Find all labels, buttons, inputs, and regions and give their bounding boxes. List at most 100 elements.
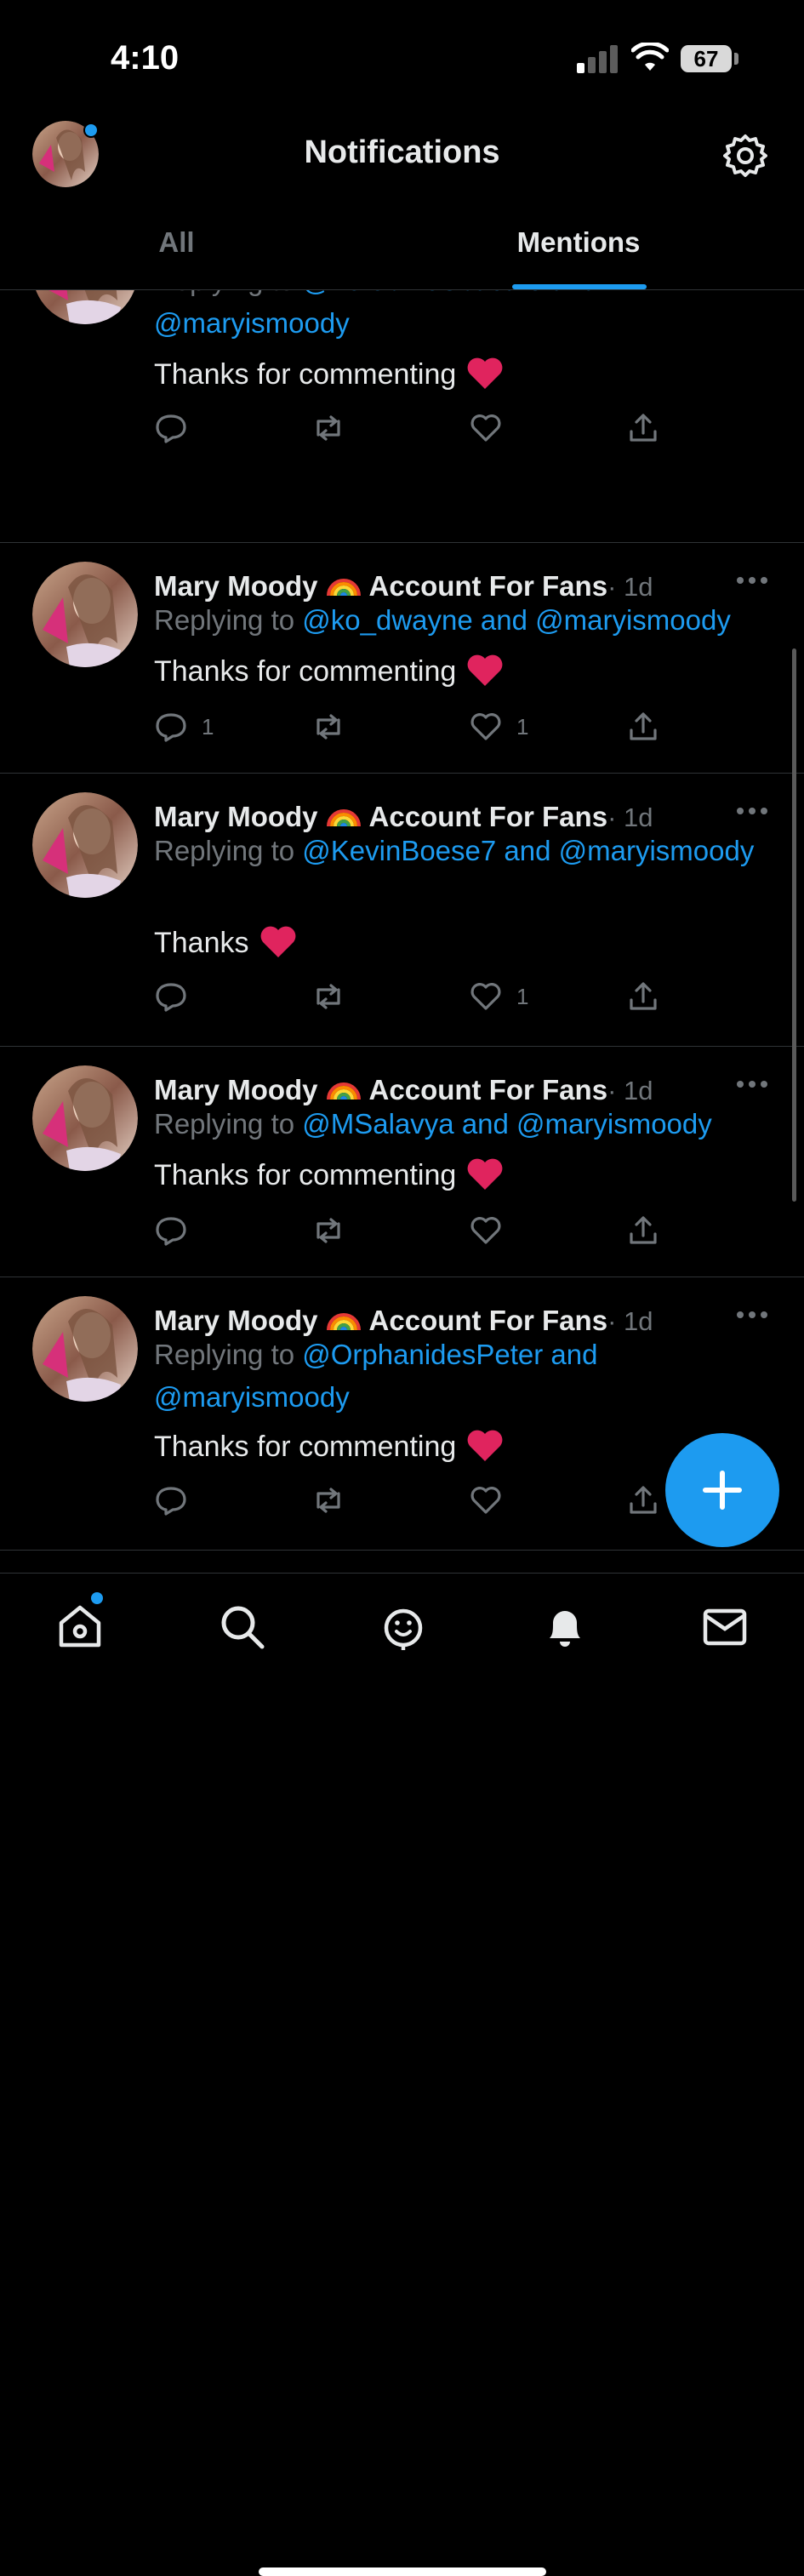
author-account-label: Account For Fans [368,1074,608,1105]
tweet-actions: 1 1 [154,710,681,744]
like-icon [470,414,501,442]
share-button[interactable] [626,1483,660,1517]
home-unread-dot [91,1592,103,1604]
tweet-item[interactable]: Mary Moody Account For Fans· 1d Replying… [0,774,804,1047]
more-options-icon[interactable] [737,1081,767,1089]
tweet-timestamp: · 1d [607,1076,653,1105]
share-icon [630,414,657,442]
reply-mentions[interactable]: @ko_dwayne and @maryismoody [302,604,731,636]
tweet-text-content: Thanks [154,927,249,959]
more-options-icon[interactable] [737,808,767,816]
author-avatar[interactable] [32,562,138,667]
author-avatar[interactable] [32,1296,138,1402]
reply-button[interactable] [154,411,202,445]
messages-mail-icon[interactable] [699,1601,750,1652]
like-icon [470,1217,501,1244]
replying-to: Replying to @ko_dwayne and @maryismoody [154,599,767,642]
author-name[interactable]: Mary Moody [154,1305,318,1336]
tab-all[interactable]: All [0,226,353,259]
mentions-feed[interactable]: Mary Moody Account For Fans· 1d Replying… [0,290,804,1575]
retweet-icon [316,415,340,441]
red-heart-emoji-icon [467,1158,503,1190]
reply-mentions[interactable]: @MSalavya and @maryismoody [302,1108,712,1139]
author-avatar[interactable] [32,290,138,324]
tweet-timestamp: · 1d [607,572,653,602]
tweet-text-content: Thanks for commenting [154,1159,457,1191]
tweet-actions: 1 [154,980,681,1014]
share-icon [630,712,657,740]
reply-button[interactable]: 1 [154,710,214,744]
tweet-item[interactable]: Mary Moody Account For Fans· 1d Replying… [0,290,804,543]
share-button[interactable] [626,980,660,1014]
bottom-navigation [0,1573,804,2576]
reply-prefix: Replying to [154,290,302,296]
reply-prefix: Replying to [154,1108,303,1139]
page-title: Notifications [304,134,500,170]
reply-mentions[interactable]: @KevinBoese7 and @maryismoody [302,835,754,866]
reply-icon [156,1487,186,1516]
share-button[interactable] [626,710,660,744]
like-button[interactable]: 1 [469,710,528,744]
retweet-button[interactable] [311,1483,345,1517]
tweet-text-content: Thanks for commenting [154,358,457,391]
tweet-actions [154,411,681,445]
like-button[interactable] [469,1483,516,1517]
reply-count: 1 [202,713,214,740]
settings-gear-icon[interactable] [723,134,767,178]
tweet-text: Thanks for commenting [154,654,504,688]
replying-to: Replying to @OrphanidesPeter and @maryis… [154,1334,767,1419]
retweet-icon [316,1218,340,1243]
reply-prefix: Replying to [154,1339,303,1370]
reply-icon [156,1217,186,1246]
retweet-button[interactable] [311,1214,345,1248]
reply-button[interactable] [154,980,202,1014]
compose-plus-icon [703,1471,742,1510]
home-icon[interactable] [54,1601,105,1652]
compose-button[interactable] [665,1433,779,1547]
retweet-icon [316,984,340,1009]
tweet-item[interactable]: Mary Moody Account For Fans· 1d Replying… [0,543,804,774]
tweet-text-content: Thanks for commenting [154,1431,457,1463]
reply-mentions[interactable]: @LefebvreSbast18 and @maryismoody [154,290,598,339]
battery-cap [734,53,738,65]
tweet-timestamp: · 1d [607,803,653,832]
like-icon [470,713,501,740]
like-button[interactable] [469,411,516,445]
tab-mentions[interactable]: Mentions [459,226,698,259]
like-button[interactable] [469,1214,516,1248]
spaces-icon[interactable] [378,1601,429,1652]
author-name[interactable]: Mary Moody [154,1074,318,1105]
like-icon [470,983,501,1010]
wifi-icon [631,43,669,71]
more-options-icon[interactable] [737,577,767,585]
replying-to: Replying to @KevinBoese7 and @maryismood… [154,830,767,872]
tweet-text: Thanks for commenting [154,1157,504,1192]
like-count: 1 [516,983,529,1009]
tweet-text-content: Thanks for commenting [154,655,457,688]
search-icon[interactable] [216,1601,267,1652]
reply-icon [156,983,186,1012]
scrollbar[interactable] [792,648,796,1202]
author-avatar[interactable] [32,1065,138,1171]
tweet-header: Mary Moody Account For Fans· 1d [154,562,653,603]
retweet-button[interactable] [311,980,345,1014]
tweet-text: Thanks for commenting [154,1429,504,1464]
author-name[interactable]: Mary Moody [154,570,318,602]
like-button[interactable]: 1 [469,980,528,1014]
red-heart-emoji-icon [467,654,503,686]
share-button[interactable] [626,1214,660,1248]
reply-icon [156,713,186,742]
author-name[interactable]: Mary Moody [154,801,318,832]
reply-button[interactable] [154,1483,202,1517]
tweet-header: Mary Moody Account For Fans· 1d [154,1065,653,1106]
red-heart-emoji-icon [467,357,503,389]
share-button[interactable] [626,411,660,445]
retweet-button[interactable] [311,411,345,445]
tweet-item[interactable]: Mary Moody Account For Fans· 1d Replying… [0,1047,804,1277]
notifications-bell-icon[interactable] [539,1601,590,1652]
reply-button[interactable] [154,1214,202,1248]
more-options-icon[interactable] [737,1311,767,1320]
retweet-button[interactable] [311,710,345,744]
author-avatar[interactable] [32,792,138,898]
replying-to: Replying to @MSalavya and @maryismoody [154,1103,767,1145]
